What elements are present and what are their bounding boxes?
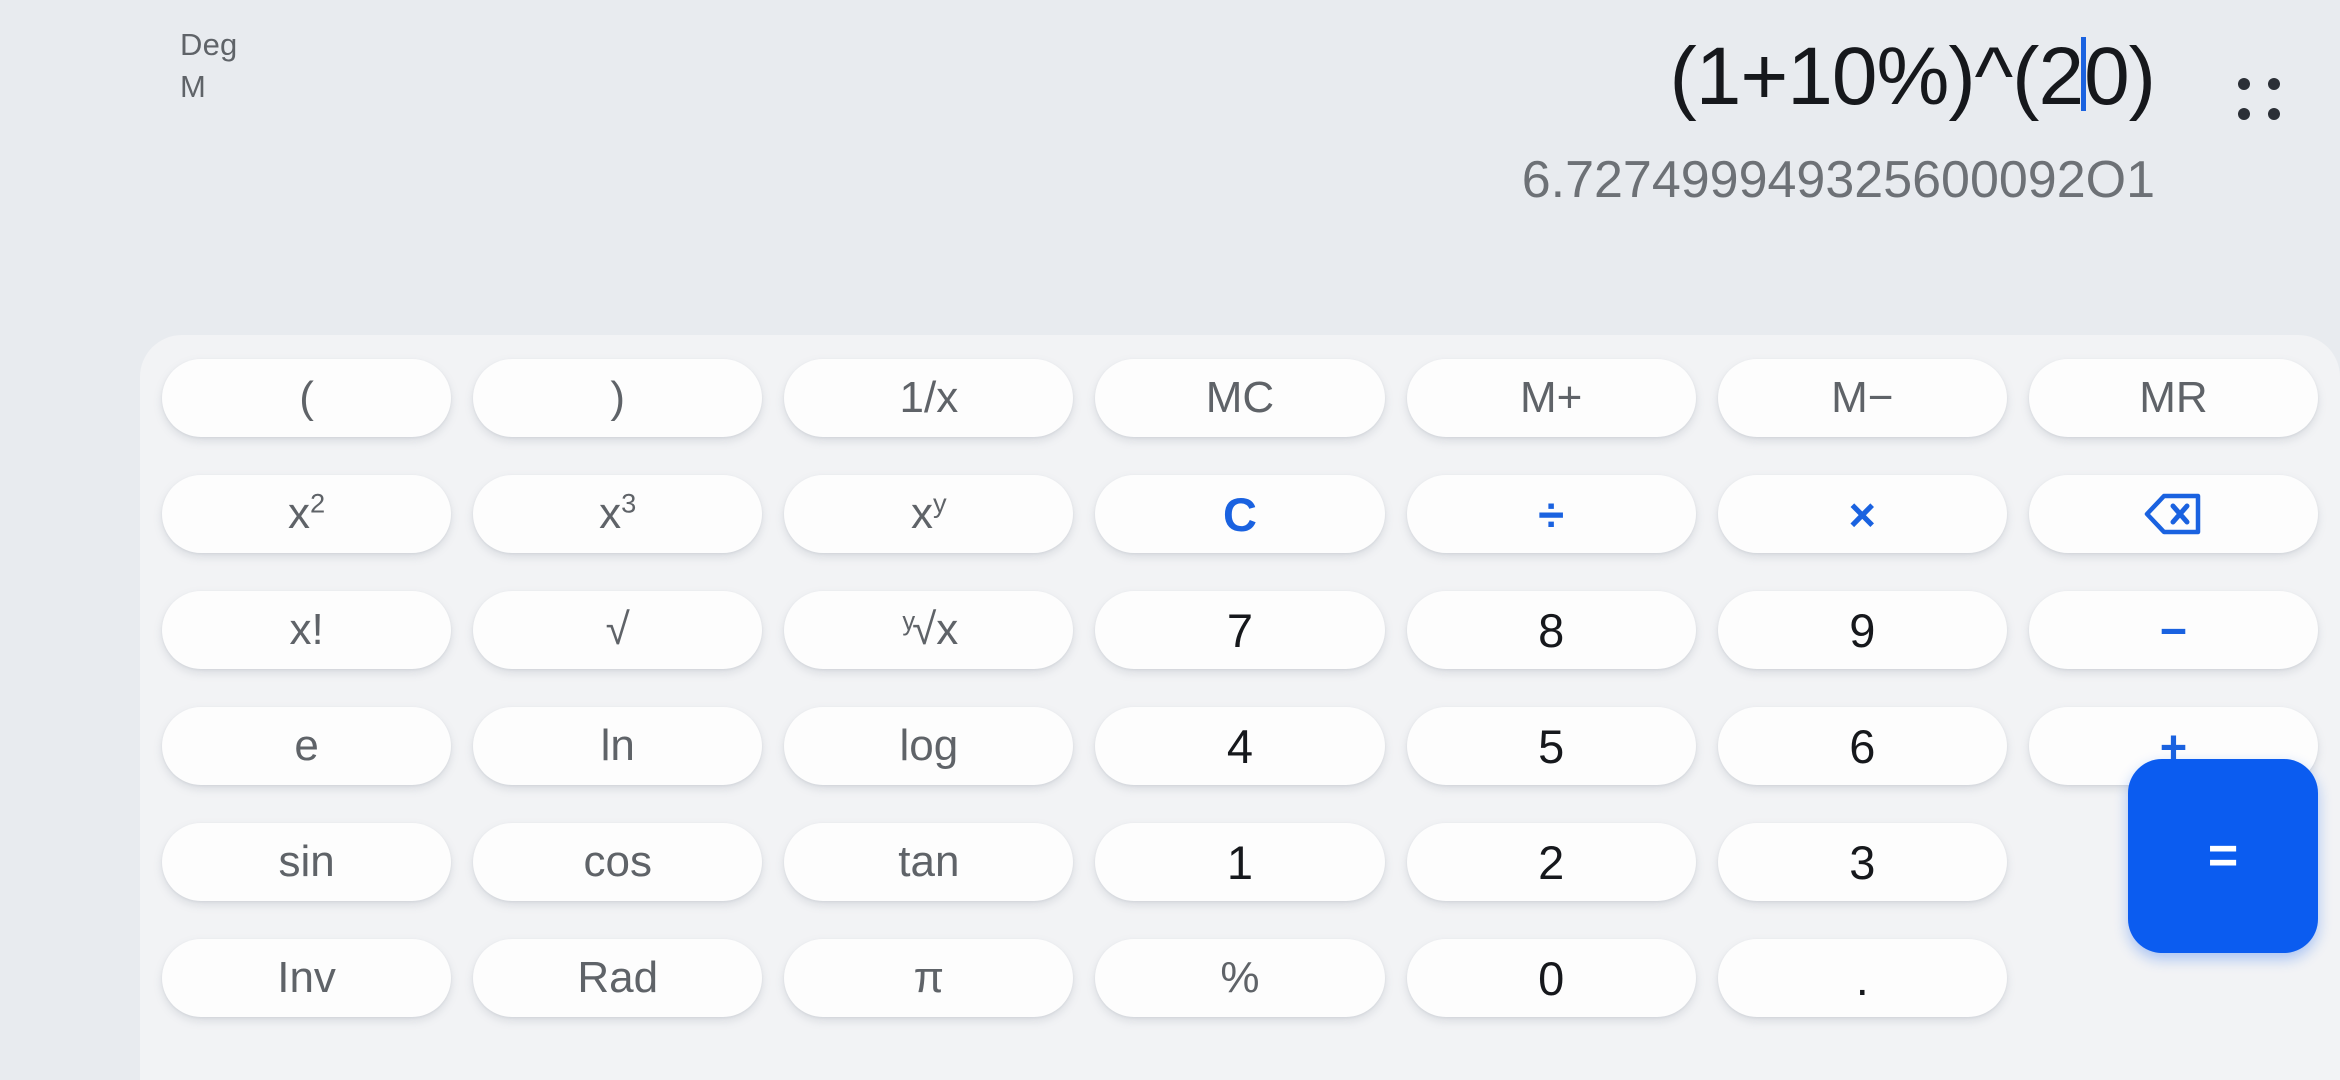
key-close-paren[interactable]: ) bbox=[473, 359, 763, 437]
equals-button[interactable]: = bbox=[2128, 759, 2318, 953]
key-digit-7[interactable]: 7 bbox=[1095, 591, 1385, 669]
key-factorial[interactable]: x! bbox=[162, 591, 452, 669]
memory-indicator: M bbox=[180, 69, 207, 105]
expression-before-cursor: (1+10%)^(2 bbox=[1669, 31, 2084, 122]
key-digit-5[interactable]: 5 bbox=[1406, 707, 1696, 785]
key-square[interactable]: x2 bbox=[162, 475, 452, 553]
key-digit-9[interactable]: 9 bbox=[1717, 591, 2007, 669]
expression-field[interactable]: (1+10%)^(2 0) bbox=[1669, 30, 2156, 124]
text-cursor bbox=[2081, 37, 2087, 112]
key-natural-log[interactable]: ln bbox=[473, 707, 763, 785]
grid-dot bbox=[2268, 108, 2280, 120]
key-label: x2 bbox=[287, 487, 326, 538]
key-tangent[interactable]: tan bbox=[784, 823, 1074, 901]
keypad-row: x! √ y√x 7 8 9− bbox=[162, 591, 2318, 669]
key-clear[interactable]: C bbox=[1095, 475, 1385, 553]
key-sine[interactable]: sin bbox=[162, 823, 452, 901]
key-subtract[interactable]: − bbox=[2028, 591, 2318, 669]
key-memory-clear[interactable]: MC bbox=[1095, 359, 1385, 437]
key-label: xy bbox=[911, 487, 947, 538]
grid-dot bbox=[2238, 108, 2250, 120]
key-memory-add[interactable]: M+ bbox=[1406, 359, 1696, 437]
key-power[interactable]: xy bbox=[784, 475, 1074, 553]
key-pi[interactable]: π bbox=[784, 939, 1074, 1017]
key-decimal-point[interactable]: . bbox=[1717, 939, 2007, 1017]
expression-after-cursor: 0) bbox=[2084, 31, 2156, 122]
key-eulers-number[interactable]: e bbox=[162, 707, 452, 785]
key-reciprocal[interactable]: 1/x bbox=[784, 359, 1074, 437]
key-inverse[interactable]: Inv bbox=[162, 939, 452, 1017]
key-open-paren[interactable]: ( bbox=[162, 359, 452, 437]
key-digit-6[interactable]: 6 bbox=[1717, 707, 2007, 785]
key-memory-recall[interactable]: MR bbox=[2028, 359, 2318, 437]
key-digit-0[interactable]: 0 bbox=[1406, 939, 1696, 1017]
keypad-row: x2 x3 xy C ÷ × bbox=[162, 475, 2318, 553]
key-digit-3[interactable]: 3 bbox=[1717, 823, 2007, 901]
grid-dots-icon[interactable] bbox=[2238, 78, 2280, 120]
grid-dot bbox=[2268, 78, 2280, 90]
key-label: y√x bbox=[902, 605, 959, 654]
key-percent[interactable]: % bbox=[1095, 939, 1385, 1017]
calculator-app: Deg M (1+10%)^(2 0) 6.727499949325600092… bbox=[0, 0, 2340, 1080]
keypad-row: sin cos tan 1 2 3 bbox=[162, 823, 2318, 901]
backspace-icon bbox=[2145, 493, 2201, 535]
key-divide[interactable]: ÷ bbox=[1406, 475, 1696, 553]
result-value: 6.727499949325600092O1 bbox=[1521, 151, 2155, 209]
keypad-panel: () 1/x MC M+ M− MR x2 x3 xy C ÷ × x! √ y√x 7 8 9− e ln log 4 5… bbox=[140, 335, 2340, 1080]
key-backspace[interactable] bbox=[2028, 475, 2318, 553]
equals-label: = bbox=[2207, 827, 2239, 885]
key-multiply[interactable]: × bbox=[1717, 475, 2007, 553]
key-memory-subtract[interactable]: M− bbox=[1717, 359, 2007, 437]
key-digit-4[interactable]: 4 bbox=[1095, 707, 1385, 785]
mode-indicators: Deg M bbox=[180, 27, 238, 105]
keypad-row: () 1/x MC M+ M− MR bbox=[162, 359, 2318, 437]
display-area: Deg M (1+10%)^(2 0) 6.727499949325600092… bbox=[0, 0, 2340, 330]
key-digit-8[interactable]: 8 bbox=[1406, 591, 1696, 669]
key-cube[interactable]: x3 bbox=[473, 475, 763, 553]
keypad-row: Inv Rad π% 0. bbox=[162, 939, 2318, 1017]
key-nth-root[interactable]: y√x bbox=[784, 591, 1074, 669]
key-cosine[interactable]: cos bbox=[473, 823, 763, 901]
key-logarithm[interactable]: log bbox=[784, 707, 1074, 785]
key-digit-1[interactable]: 1 bbox=[1095, 823, 1385, 901]
keypad-row: e ln log 4 5 6 + bbox=[162, 707, 2318, 785]
grid-dot bbox=[2238, 78, 2250, 90]
key-label: x3 bbox=[599, 487, 637, 538]
angle-mode-indicator: Deg bbox=[180, 27, 238, 62]
key-radian-toggle[interactable]: Rad bbox=[473, 939, 763, 1017]
key-digit-2[interactable]: 2 bbox=[1406, 823, 1696, 901]
key-square-root[interactable]: √ bbox=[473, 591, 763, 669]
